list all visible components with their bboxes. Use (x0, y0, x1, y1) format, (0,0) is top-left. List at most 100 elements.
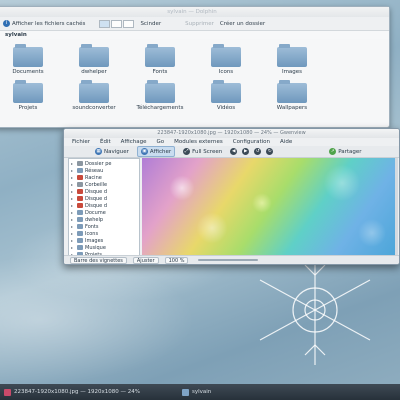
expander-icon[interactable]: ▸ (71, 189, 75, 194)
thumbnail-bar-toggle[interactable]: Barre des vignettes (70, 256, 127, 264)
menu-settings[interactable]: Configuration (233, 138, 270, 146)
breadcrumb[interactable]: sylvain (0, 31, 389, 39)
tree-item[interactable]: ▸ Musique (71, 244, 137, 251)
new-folder-button[interactable]: Créer un dossier (220, 21, 265, 27)
browse-button[interactable]: ▦ Naviguer (92, 147, 132, 156)
drive-icon (77, 203, 83, 208)
folder-item[interactable]: Documents (0, 44, 61, 75)
folder-icon (77, 245, 83, 250)
view-button[interactable]: ▣ Afficher (136, 146, 176, 157)
view-icon: ▣ (140, 148, 148, 155)
folder-item[interactable]: soundconverter (61, 80, 127, 111)
folder-item[interactable]: Fonts (127, 44, 193, 75)
tree-item[interactable]: ▸ Fonts (71, 223, 137, 230)
folder-item[interactable]: dwhelper (61, 44, 127, 75)
icons-view-button[interactable] (99, 19, 111, 28)
empty-slot (325, 47, 391, 75)
tree-item[interactable]: ▸ Corbeille (71, 181, 137, 188)
menu-view[interactable]: Affichage (121, 138, 147, 146)
dolphin-toolbar: i Afficher les fichiers cachés Scinder S… (0, 17, 389, 31)
expander-icon[interactable]: ▸ (71, 224, 75, 229)
tree-item[interactable]: ▸ Images (71, 237, 137, 244)
expander-icon[interactable]: ▸ (71, 203, 75, 208)
folder-icon (145, 44, 175, 67)
next-icon[interactable]: ▶ (242, 148, 250, 155)
drive-icon (77, 189, 83, 194)
root-icon (77, 175, 83, 180)
folder-icon (79, 80, 109, 103)
menu-plugins[interactable]: Modules externes (174, 138, 223, 146)
expander-icon[interactable]: ▸ (71, 175, 75, 180)
fullscreen-button[interactable]: ⤢ Full Screen (180, 147, 225, 156)
task-gwenview[interactable]: 223847-1920x1080.jpg — 1920x1080 — 24% (4, 388, 140, 396)
folder-item[interactable]: Téléchargements (127, 80, 193, 111)
browse-label: Naviguer (104, 148, 129, 155)
details-view-button[interactable] (111, 19, 123, 28)
folder-icon (211, 80, 241, 103)
folder-icon (211, 44, 241, 67)
task-label: 223847-1920x1080.jpg — 1920x1080 — 24% (14, 389, 140, 395)
task-label: sylvain (191, 389, 212, 395)
tree-item[interactable]: ▸ Dossier pe (71, 160, 137, 167)
expander-icon[interactable]: ▸ (71, 161, 75, 166)
rotate-left-icon[interactable]: ↺ (254, 148, 262, 155)
zoom-value[interactable]: 100 % (164, 256, 189, 264)
columns-view-button[interactable] (123, 19, 135, 28)
expander-icon[interactable]: ▸ (71, 182, 75, 187)
folder-icon (145, 80, 175, 103)
expander-icon[interactable]: ▸ (71, 245, 75, 250)
tree-item[interactable]: ▸ Réseau (71, 167, 137, 174)
folder-icon (277, 80, 307, 103)
network-icon (77, 168, 83, 173)
folder-icon (277, 44, 307, 67)
split-button[interactable]: Scinder (140, 21, 161, 27)
tree-item[interactable]: ▸ Docume (71, 209, 137, 216)
share-button[interactable]: ↗ Partager (326, 147, 364, 156)
viewer-scrollbar[interactable] (395, 158, 398, 257)
delete-button[interactable]: Supprimer (185, 21, 214, 27)
info-icon: i (3, 20, 10, 27)
tree-item[interactable]: ▸ Racine (71, 174, 137, 181)
previous-icon[interactable]: ◀ (230, 148, 238, 155)
menu-edit[interactable]: Édit (100, 138, 111, 146)
expander-icon[interactable]: ▸ (71, 168, 75, 173)
drive-icon (77, 196, 83, 201)
folder-item[interactable]: Icons (193, 44, 259, 75)
expander-icon[interactable]: ▸ (71, 231, 75, 236)
folder-tree: ▸ Dossier pe ▸ Réseau ▸ Racine ▸ Corbeille ▸… (68, 158, 140, 258)
tree-item[interactable]: ▸ Disque d (71, 202, 137, 209)
tree-item[interactable]: ▸ Disque d (71, 188, 137, 195)
folder-icon (79, 44, 109, 67)
show-hidden-button[interactable]: i Afficher les fichiers cachés (3, 20, 85, 27)
menu-help[interactable]: Aide (280, 138, 292, 146)
tree-item[interactable]: ▸ Disque d (71, 195, 137, 202)
folder-item[interactable]: Vidéos (193, 80, 259, 111)
folder-icon (13, 80, 43, 103)
gwenview-window: 223847-1920x1080.jpg — 1920x1080 — 24% —… (63, 128, 400, 265)
gwenview-icon (4, 388, 11, 396)
zoom-slider[interactable] (198, 259, 259, 261)
folder-item[interactable]: Images (259, 44, 325, 75)
new-folder-label: Créer un dossier (219, 20, 266, 27)
menu-file[interactable]: Fichier (72, 138, 90, 146)
menu-go[interactable]: Go (156, 138, 164, 146)
fullscreen-label: Full Screen (192, 148, 223, 155)
expander-icon[interactable]: ▸ (71, 238, 75, 243)
gwenview-statusbar: Barre des vignettes Ajuster 100 % (64, 255, 399, 264)
gwenview-titlebar: 223847-1920x1080.jpg — 1920x1080 — 24% —… (64, 129, 399, 138)
folder-icon (77, 238, 83, 243)
folder-item[interactable]: Wallpapers (259, 80, 325, 111)
tree-item[interactable]: ▸ dwhelp (71, 216, 137, 223)
trash-icon (77, 182, 83, 187)
fit-button[interactable]: Ajuster (132, 256, 159, 264)
home-icon (77, 161, 83, 166)
expander-icon[interactable]: ▸ (71, 196, 75, 201)
expander-icon[interactable]: ▸ (71, 217, 75, 222)
expander-icon[interactable]: ▸ (71, 210, 75, 215)
rotate-right-icon[interactable]: ↻ (266, 148, 274, 155)
share-label: Partager (338, 148, 362, 155)
tree-item[interactable]: ▸ Icons (71, 230, 137, 237)
task-dolphin[interactable]: sylvain (181, 388, 212, 396)
image-viewer[interactable] (142, 158, 398, 257)
folder-item[interactable]: Projets (0, 80, 61, 111)
